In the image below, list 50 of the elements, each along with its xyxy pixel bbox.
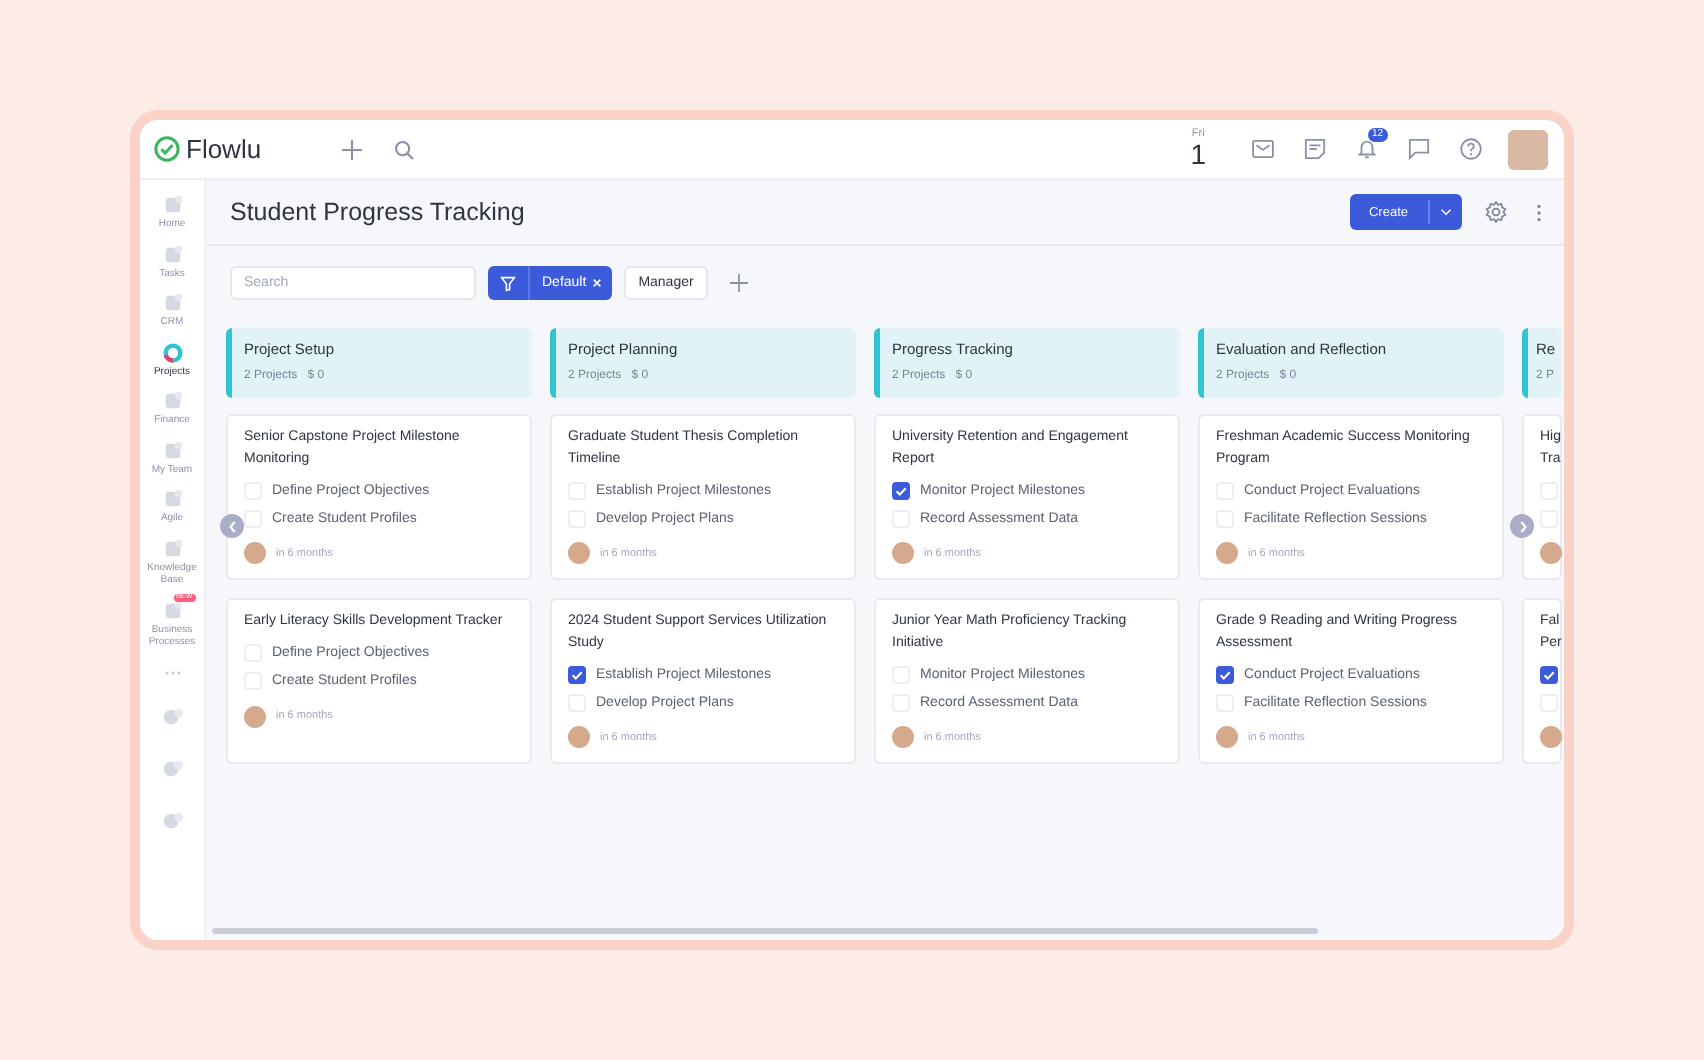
blob-icon[interactable] xyxy=(161,809,183,831)
brand-name: Flowlu xyxy=(186,134,262,164)
note-icon[interactable] xyxy=(1304,138,1326,160)
blob-icon xyxy=(161,537,183,559)
avatar xyxy=(244,705,266,727)
avatar xyxy=(568,726,590,748)
avatar xyxy=(892,726,914,748)
caret-icon xyxy=(1440,208,1452,216)
blob-icon[interactable] xyxy=(161,757,183,779)
help-icon[interactable] xyxy=(1460,138,1482,160)
filter-button[interactable] xyxy=(488,266,530,300)
logo-icon xyxy=(154,136,180,162)
checkbox[interactable] xyxy=(1540,665,1558,683)
blob-icon[interactable] xyxy=(161,705,183,727)
avatar xyxy=(1540,542,1562,564)
checkbox[interactable] xyxy=(1216,665,1234,683)
scrollbar-thumb[interactable] xyxy=(212,928,1318,934)
blob-icon xyxy=(161,292,183,314)
chevron-right-icon xyxy=(1517,519,1527,533)
bell-icon[interactable] xyxy=(1356,138,1378,160)
avatar xyxy=(1216,726,1238,748)
search-icon[interactable] xyxy=(393,139,414,159)
scroll-right-button[interactable] xyxy=(1510,514,1534,538)
add-icon[interactable] xyxy=(341,139,362,159)
mail-icon[interactable] xyxy=(1252,138,1274,160)
avatar xyxy=(1216,542,1238,564)
add-icon[interactable] xyxy=(729,274,748,292)
filter-icon xyxy=(500,275,516,291)
blob-icon xyxy=(161,599,183,621)
blob-icon xyxy=(161,194,183,216)
blob-icon xyxy=(161,488,183,510)
checkbox[interactable] xyxy=(892,481,910,499)
blob-icon xyxy=(161,439,183,461)
avatar xyxy=(1540,726,1562,748)
more-icon[interactable] xyxy=(1536,203,1542,221)
avatar xyxy=(244,542,266,564)
day-number: 1 xyxy=(1190,140,1206,169)
checkbox[interactable] xyxy=(568,665,586,683)
scroll-left-button[interactable] xyxy=(220,514,244,538)
page-title: Student Progress Tracking xyxy=(230,198,525,226)
ring-icon xyxy=(161,341,183,363)
user-avatar[interactable] xyxy=(1508,129,1548,169)
blob-icon xyxy=(161,243,183,265)
chevron-left-icon xyxy=(227,519,237,533)
blob-icon xyxy=(161,390,183,412)
chat-icon[interactable] xyxy=(1408,138,1430,160)
avatar xyxy=(568,542,590,564)
avatar xyxy=(892,542,914,564)
close-icon[interactable] xyxy=(592,278,603,288)
settings-icon[interactable] xyxy=(1484,200,1508,224)
